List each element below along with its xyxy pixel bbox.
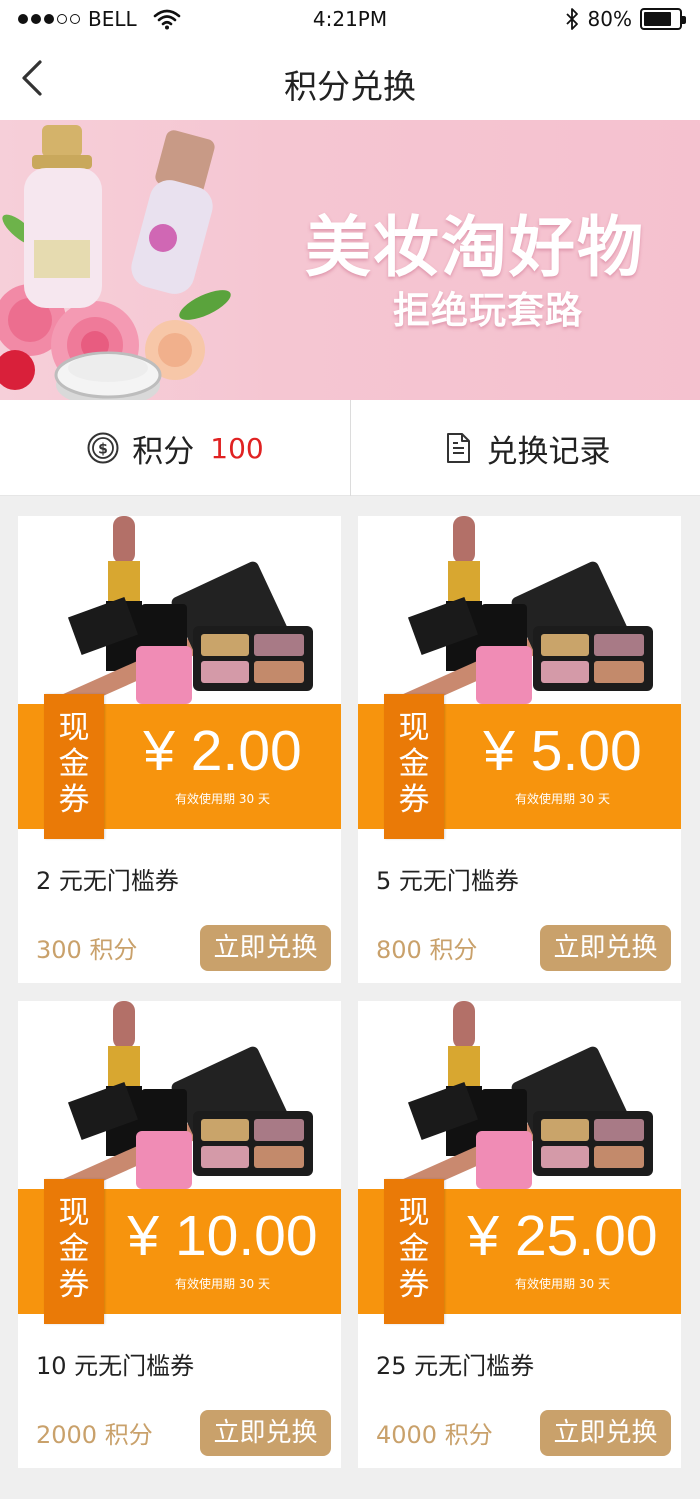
coupon-validity: 有效使用期 30 天 (515, 1277, 610, 1291)
coupon-validity: 有效使用期 30 天 (515, 792, 610, 806)
records-label: 兑换记录 (486, 433, 611, 470)
coupon-banner: 现 金 券 ¥ 10.00 有效使用期 30 天 (18, 1179, 341, 1324)
redeem-button[interactable]: 立即兑换 (200, 925, 331, 971)
coupon-card-3: 现 金 券 ¥ 10.00 有效使用期 30 天 10 元无门槛券 2000 积… (18, 1001, 341, 1468)
tag-char: 金 (398, 746, 430, 782)
coupon-card-4: 现 金 券 ¥ 25.00 有效使用期 30 天 25 元无门槛券 4000 积… (358, 1001, 681, 1468)
tag-char: 现 (58, 1195, 90, 1231)
coupon-card-1: 现 金 券 ¥ 2.00 有效使用期 30 天 2 元无门槛券 300 积分 立… (18, 516, 341, 983)
tag-char: 券 (58, 782, 90, 818)
tag-char: 金 (58, 746, 90, 782)
svg-text:$: $ (98, 442, 108, 458)
document-icon (446, 433, 470, 463)
points-label: 积分 (132, 433, 195, 470)
coupon-points-cost: 4000 积分 (376, 1421, 493, 1449)
coupon-name: 10 元无门槛券 (36, 1352, 195, 1380)
coupon-name: 25 元无门槛券 (376, 1352, 535, 1380)
battery-icon (640, 8, 686, 30)
makeup-set-illustration (53, 1001, 313, 1189)
status-right: 80% (564, 7, 686, 31)
makeup-set-illustration (393, 516, 653, 704)
product-image (18, 516, 341, 704)
cash-coupon-tag: 现 金 券 (384, 694, 444, 839)
product-image (18, 1001, 341, 1189)
redeem-button[interactable]: 立即兑换 (200, 1410, 331, 1456)
cash-coupon-tag: 现 金 券 (44, 1179, 104, 1324)
tag-char: 券 (58, 1267, 90, 1303)
points-value: 100 (210, 431, 264, 465)
points-info-row: $ 积分 100 兑换记录 (0, 400, 700, 496)
redeem-button[interactable]: 立即兑换 (540, 925, 671, 971)
promo-banner[interactable]: 美妆淘好物 拒绝玩套路 (0, 120, 700, 400)
page-title: 积分兑换 (284, 67, 416, 106)
coupon-points-cost: 800 积分 (376, 936, 478, 964)
coupon-card-2: 现 金 券 ¥ 5.00 有效使用期 30 天 5 元无门槛券 800 积分 立… (358, 516, 681, 983)
coupon-validity: 有效使用期 30 天 (175, 792, 270, 806)
tag-char: 券 (398, 782, 430, 818)
makeup-set-illustration (393, 1001, 653, 1189)
product-image (358, 516, 681, 704)
tag-char: 现 (398, 1195, 430, 1231)
coupon-amount: ¥ 10.00 (127, 1204, 318, 1268)
cash-coupon-tag: 现 金 券 (384, 1179, 444, 1324)
coupon-banner: 现 金 券 ¥ 2.00 有效使用期 30 天 (18, 694, 341, 839)
banner-subtitle: 拒绝玩套路 (393, 289, 583, 332)
redeem-button[interactable]: 立即兑换 (540, 1410, 671, 1456)
coupon-points-cost: 300 积分 (36, 936, 138, 964)
points-balance: $ 积分 100 (0, 400, 350, 496)
bluetooth-icon (565, 8, 578, 30)
makeup-set-illustration (53, 516, 313, 704)
coin-icon: $ (87, 432, 119, 464)
banner-title: 美妆淘好物 (305, 209, 645, 286)
coupon-name: 2 元无门槛券 (36, 867, 179, 895)
navigation-bar: 积分兑换 (0, 40, 700, 120)
tag-char: 现 (58, 710, 90, 746)
tag-char: 金 (58, 1231, 90, 1267)
coupon-validity: 有效使用期 30 天 (175, 1277, 270, 1291)
cash-coupon-tag: 现 金 券 (44, 694, 104, 839)
tag-char: 金 (398, 1231, 430, 1267)
cosmetics-illustration (0, 125, 231, 400)
tag-char: 券 (398, 1267, 430, 1303)
product-image (358, 1001, 681, 1189)
battery-percent: 80% (587, 7, 632, 31)
coupon-name: 5 元无门槛券 (376, 867, 519, 895)
status-bar: BELL 4:21PM 80% (0, 0, 700, 40)
coupon-points-cost: 2000 积分 (36, 1421, 153, 1449)
coupon-amount: ¥ 5.00 (483, 719, 642, 783)
coupon-banner: 现 金 券 ¥ 5.00 有效使用期 30 天 (358, 694, 681, 839)
coupon-amount: ¥ 25.00 (467, 1204, 658, 1268)
coupon-amount: ¥ 2.00 (143, 719, 302, 783)
coupon-banner: 现 金 券 ¥ 25.00 有效使用期 30 天 (358, 1179, 681, 1324)
redeem-records-button[interactable]: 兑换记录 (351, 400, 700, 496)
tag-char: 现 (398, 710, 430, 746)
